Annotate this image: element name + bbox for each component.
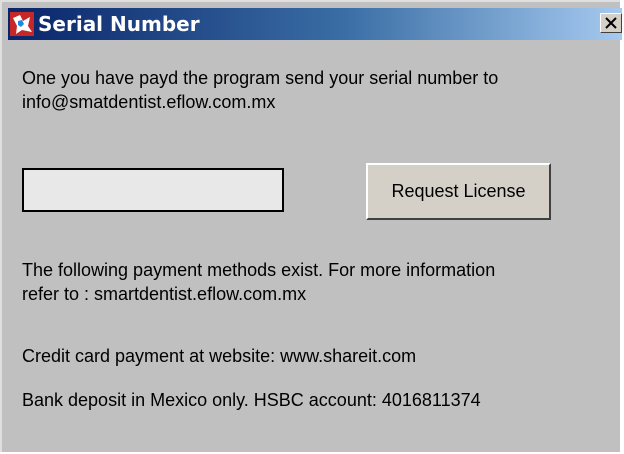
request-license-button[interactable]: Request License — [366, 163, 551, 220]
payment-info-line-2: refer to : smartdentist.eflow.com.mx — [22, 284, 307, 304]
bank-deposit-text: Bank deposit in Mexico only. HSBC accoun… — [22, 390, 481, 410]
app-icon — [10, 12, 34, 36]
serial-number-dialog: Serial Number One you have payd the prog… — [0, 0, 622, 452]
payment-info-line-1: The following payment methods exist. For… — [22, 260, 496, 280]
credit-card-payment-text: Credit card payment at website: www.shar… — [22, 346, 417, 366]
title-bar[interactable]: Serial Number — [8, 8, 622, 40]
window-title: Serial Number — [38, 12, 200, 36]
close-icon — [605, 17, 617, 29]
instruction-email: info@smatdentist.eflow.com.mx — [22, 92, 276, 112]
serial-number-input[interactable] — [22, 168, 284, 212]
instruction-line-1: One you have payd the program send your … — [22, 68, 499, 88]
close-button[interactable] — [600, 13, 622, 33]
